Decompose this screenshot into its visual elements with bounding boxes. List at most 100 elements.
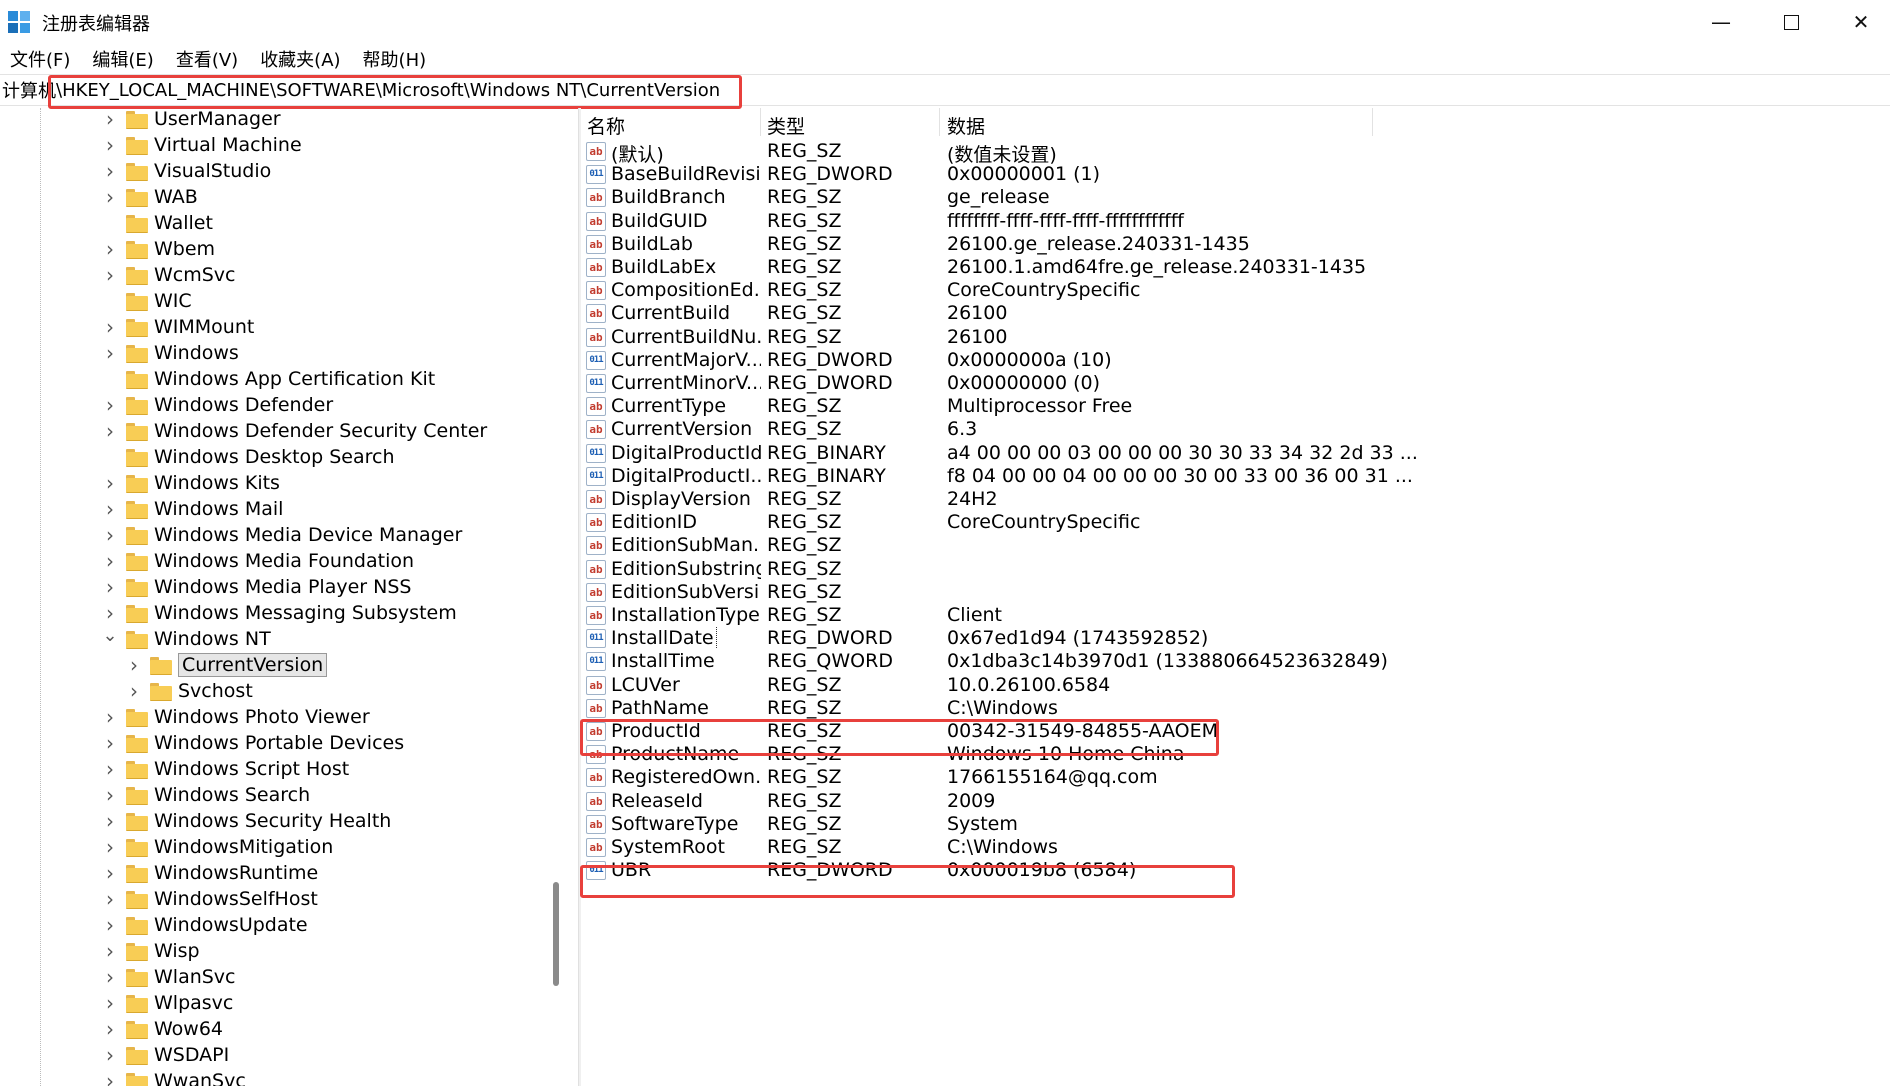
minimize-button[interactable]: — — [1686, 0, 1756, 44]
tree-pane[interactable]: › UserManager › Virtual Machine › VisualStudi… — [0, 108, 574, 1086]
chevron-right-icon[interactable]: › — [102, 1043, 118, 1067]
tree-item[interactable]: › Windows Search — [102, 782, 310, 808]
maximize-button[interactable] — [1756, 0, 1826, 44]
tree-item[interactable]: › WwanSvc — [102, 1068, 246, 1086]
chevron-right-icon[interactable]: › — [102, 237, 118, 261]
chevron-right-icon[interactable]: › — [102, 809, 118, 833]
tree-item[interactable]: › CurrentVersion — [126, 652, 328, 678]
chevron-right-icon[interactable]: › — [102, 861, 118, 885]
tree-item[interactable]: › Windows Messaging Subsystem — [102, 600, 457, 626]
tree-item[interactable]: › WSDAPI — [102, 1042, 229, 1068]
address-highlight-box — [48, 75, 742, 109]
tree-item[interactable]: › WindowsMitigation — [102, 834, 333, 860]
menu-file[interactable]: 文件(F) — [10, 46, 70, 72]
values-list[interactable]: 名称 类型 数据 ab (默认) REG_SZ (数值未设置) 011 BaseBuild… — [582, 108, 1890, 1086]
chevron-right-icon[interactable]: › — [102, 887, 118, 911]
chevron-right-icon[interactable]: › — [102, 965, 118, 989]
tree-item[interactable]: › UserManager — [102, 108, 281, 132]
column-header-type[interactable]: 类型 — [767, 112, 805, 139]
chevron-right-icon[interactable]: › — [102, 471, 118, 495]
chevron-right-icon[interactable]: › — [102, 315, 118, 339]
chevron-right-icon[interactable]: › — [126, 679, 142, 703]
chevron-right-icon[interactable]: › — [102, 731, 118, 755]
tree-item[interactable]: › WlanSvc — [102, 964, 236, 990]
chevron-right-icon[interactable]: › — [102, 341, 118, 365]
value-name-text: SystemRoot — [611, 836, 725, 858]
tree-item[interactable]: › WIMMount — [102, 314, 254, 340]
tree-item[interactable]: Windows App Certification Kit — [102, 366, 435, 392]
tree-item[interactable]: › Windows Defender — [102, 392, 333, 418]
tree-item[interactable]: › Windows Script Host — [102, 756, 349, 782]
tree-item[interactable]: › Windows Defender Security Center — [102, 418, 487, 444]
tree-item[interactable]: › WAB — [102, 184, 198, 210]
tree-item[interactable]: Windows Desktop Search — [102, 444, 395, 470]
tree-item[interactable]: › Windows Media Player NSS — [102, 574, 411, 600]
chevron-right-icon[interactable]: › — [102, 523, 118, 547]
chevron-right-icon[interactable]: › — [102, 1069, 118, 1086]
chevron-right-icon[interactable]: › — [102, 939, 118, 963]
chevron-right-icon[interactable]: › — [102, 705, 118, 729]
tree-item[interactable]: WIC — [102, 288, 192, 314]
column-separator[interactable] — [1372, 108, 1373, 136]
chevron-right-icon[interactable]: › — [102, 497, 118, 521]
chevron-right-icon[interactable]: › — [102, 133, 118, 157]
chevron-down-icon[interactable]: ⌄ — [102, 625, 118, 646]
tree-item[interactable]: › Windows Mail — [102, 496, 283, 522]
tree-item[interactable]: › Windows Photo Viewer — [102, 704, 370, 730]
tree-item[interactable]: › Windows Media Device Manager — [102, 522, 462, 548]
tree-item[interactable]: › Windows Security Health — [102, 808, 391, 834]
chevron-right-icon[interactable]: › — [102, 419, 118, 443]
chevron-right-icon[interactable]: › — [102, 575, 118, 599]
tree-item[interactable]: › VisualStudio — [102, 158, 271, 184]
tree-item-label: Wallet — [154, 212, 213, 234]
tree-item[interactable]: › WindowsUpdate — [102, 912, 308, 938]
chevron-right-icon[interactable]: › — [102, 549, 118, 573]
chevron-right-icon[interactable]: › — [102, 757, 118, 781]
tree-item[interactable]: › Wbem — [102, 236, 215, 262]
tree-item[interactable]: ⌄ Windows NT — [102, 625, 270, 652]
tree-item[interactable]: › WcmSvc — [102, 262, 236, 288]
menu-help[interactable]: 帮助(H) — [363, 46, 427, 72]
chevron-right-icon[interactable]: › — [102, 185, 118, 209]
chevron-right-icon[interactable]: › — [126, 653, 142, 677]
tree-item[interactable]: › Windows Portable Devices — [102, 730, 404, 756]
column-header-name[interactable]: 名称 — [587, 112, 625, 139]
folder-icon — [126, 1020, 148, 1039]
chevron-right-icon[interactable]: › — [102, 1017, 118, 1041]
chevron-right-icon[interactable]: › — [102, 263, 118, 287]
chevron-right-icon[interactable]: › — [102, 393, 118, 417]
menu-favorites[interactable]: 收藏夹(A) — [260, 46, 340, 72]
close-button[interactable]: ✕ — [1826, 0, 1890, 44]
column-separator[interactable] — [939, 108, 940, 136]
column-header-data[interactable]: 数据 — [947, 112, 985, 139]
tree-item[interactable]: › Windows — [102, 340, 239, 366]
menu-edit[interactable]: 编辑(E) — [92, 46, 153, 72]
tree-item[interactable]: › Wisp — [102, 938, 200, 964]
chevron-right-icon[interactable]: › — [102, 159, 118, 183]
chevron-right-icon[interactable]: › — [102, 991, 118, 1015]
value-type: REG_SZ — [767, 488, 842, 510]
value-name-text: EditionSubMan... — [611, 534, 761, 557]
tree-item[interactable]: › WindowsRuntime — [102, 860, 318, 886]
menu-view[interactable]: 查看(V) — [176, 46, 238, 72]
tree-item[interactable]: Wallet — [102, 210, 213, 236]
tree-item[interactable]: › Svchost — [126, 678, 253, 704]
chevron-right-icon[interactable]: › — [102, 783, 118, 807]
tree-item[interactable]: › Virtual Machine — [102, 132, 302, 158]
chevron-right-icon[interactable]: › — [102, 601, 118, 625]
pane-splitter[interactable] — [578, 108, 581, 1086]
tree-item[interactable]: › Windows Media Foundation — [102, 548, 414, 574]
tree-item[interactable]: › WindowsSelfHost — [102, 886, 318, 912]
chevron-right-icon[interactable]: › — [102, 913, 118, 937]
chevron-right-icon[interactable]: › — [102, 835, 118, 859]
value-data: 0x00000000 (0) — [947, 372, 1100, 394]
value-name-text: CurrentType — [611, 395, 727, 418]
value-type: REG_SZ — [767, 325, 842, 348]
tree-item[interactable]: › Wlpasvc — [102, 990, 233, 1016]
chevron-right-icon[interactable]: › — [102, 108, 118, 131]
column-separator[interactable] — [760, 108, 761, 136]
tree-scrollbar-thumb[interactable] — [553, 882, 559, 986]
tree-item[interactable]: › Windows Kits — [102, 470, 280, 496]
value-name-text: BuildGUID — [611, 209, 708, 232]
tree-item[interactable]: › Wow64 — [102, 1016, 223, 1042]
